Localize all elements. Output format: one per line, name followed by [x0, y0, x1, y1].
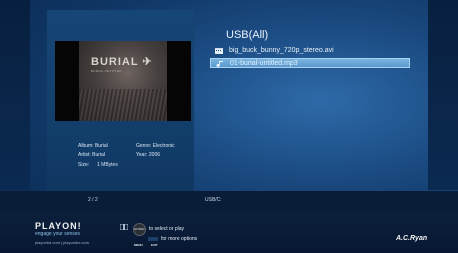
cover-title: BURIAL ✈ [91, 56, 153, 68]
select-hint: to select or play [149, 226, 185, 232]
file-name: 01-burial-untitled.mp3 [230, 60, 298, 67]
options-hint: for more options [161, 236, 198, 242]
album-label: Album: Burial [78, 143, 108, 149]
enter-button-icon: ENTER [133, 223, 146, 236]
right-edge-bar [428, 0, 458, 190]
size-label: Size: [78, 162, 90, 168]
book-icon [120, 224, 128, 230]
genre-label: Genre: Electronic [136, 143, 175, 149]
cover-texture [79, 89, 167, 121]
file-list-item-selected[interactable]: 01-burial-untitled.mp3 [210, 58, 410, 68]
exit-key-label: EXIT [151, 243, 158, 247]
status-bar [0, 191, 458, 212]
play-key-icon [148, 237, 158, 241]
folder-title: USB(All) [226, 29, 269, 41]
left-edge-bar [0, 0, 30, 190]
menu-key-label: MENU [134, 243, 143, 247]
video-file-icon [215, 48, 223, 54]
artist-label: Artist: Burial [78, 152, 105, 158]
year-label: Year: 2006 [136, 152, 161, 158]
cover-subtitle: BURIAL UNTITLED [91, 69, 122, 73]
file-list-item[interactable]: big_buck_bunny_720p_stereo.avi [210, 46, 410, 56]
file-name: big_buck_bunny_720p_stereo.avi [229, 47, 334, 54]
item-position: 2 / 2 [88, 197, 98, 203]
audio-file-icon [216, 61, 223, 67]
brand-url: playonhd.com | playondvr.com [35, 240, 89, 245]
playon-logo: PLAYON! [35, 221, 82, 231]
acryan-logo: A.C.Ryan [396, 235, 428, 242]
size-value: 1 MBytes [97, 162, 118, 168]
current-path: USB/C: [205, 197, 222, 203]
brand-tagline: engage your senses [35, 231, 81, 237]
album-cover-art: BURIAL ✈ BURIAL UNTITLED [79, 41, 167, 121]
